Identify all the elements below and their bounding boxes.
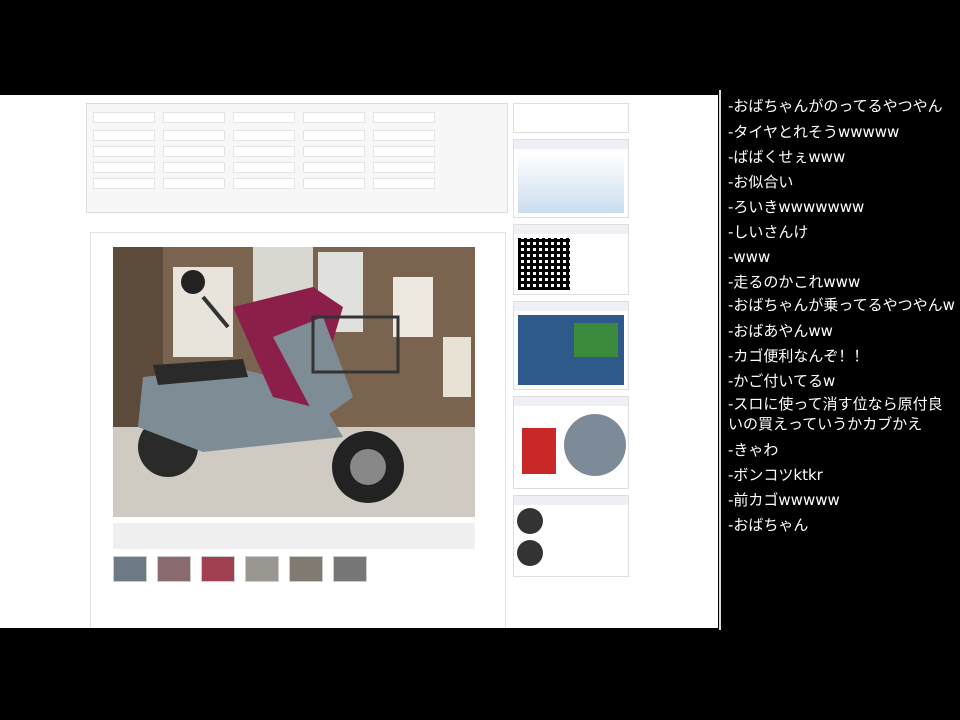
- sidebar-banner-box: [513, 139, 629, 218]
- chat-comment: -タイヤとれそうwwwww: [728, 123, 900, 141]
- ad-badge: [574, 323, 618, 357]
- thumbnail[interactable]: [333, 556, 368, 582]
- chat-comment: -カゴ便利なんぞ！！: [728, 347, 869, 365]
- sidebar-helmet-box: [513, 396, 629, 489]
- chat-divider: [719, 90, 721, 630]
- chat-comment: -ボンコツktkr: [728, 466, 823, 484]
- thumbnail[interactable]: [113, 556, 147, 582]
- scooter-image: [113, 247, 475, 517]
- bike-spec-panel: [86, 103, 508, 213]
- chat-comment: -おばちゃんが乗ってるやつやんw: [728, 296, 955, 314]
- video-frame: [0, 95, 718, 628]
- scooter-photo[interactable]: [113, 247, 475, 517]
- chat-comment: -走るのかこれwww: [728, 273, 861, 291]
- chat-comment: -おばちゃん: [728, 516, 809, 534]
- thumbnail[interactable]: [289, 556, 324, 582]
- thumbnail[interactable]: [201, 556, 236, 582]
- chat-comment: -前カゴwwwww: [728, 491, 840, 509]
- qr-code-icon: [518, 238, 570, 290]
- chat-comment: -www: [728, 248, 771, 266]
- ad-banner[interactable]: [518, 315, 624, 385]
- chat-comment: -お似合い: [728, 173, 794, 191]
- avatar-icon[interactable]: [517, 508, 543, 534]
- chat-comment: -ろいきwwwwwww: [728, 198, 865, 216]
- chat-comment: -おばちゃんがのってるやつやん: [728, 97, 943, 115]
- chat-comment: -スロに使って消す位なら原付良いの買えっていうかカブかえ: [728, 395, 943, 433]
- sidebar-links-box: [513, 103, 629, 133]
- helmet-ad[interactable]: [518, 410, 626, 484]
- chat-comment: -かご付いてるw: [728, 372, 836, 390]
- sidebar-ad-box: [513, 301, 629, 390]
- shop-banner[interactable]: [518, 153, 624, 213]
- chat-comment: -ばばくせぇwww: [728, 148, 846, 166]
- sidebar-qr-box: [513, 224, 629, 295]
- helmet-icon: [564, 414, 626, 476]
- thumbnail-strip: [113, 556, 372, 586]
- sidebar-ranking-box: [513, 495, 629, 577]
- sidebar: [513, 103, 629, 623]
- chat-comment: -おばあやんww: [728, 322, 833, 340]
- thumbnail[interactable]: [157, 556, 192, 582]
- comment-overlay: -おばちゃんがのってるやつやん -タイヤとれそうwwwww -ばばくせぇwww …: [728, 96, 956, 538]
- ad-label: [522, 428, 556, 474]
- avatar-icon[interactable]: [517, 540, 543, 566]
- thumbnail[interactable]: [245, 556, 280, 582]
- chat-comment: -きゃわ: [728, 441, 779, 459]
- photo-caption-bar: [113, 523, 475, 549]
- chat-comment: -しいさんけ: [728, 223, 809, 241]
